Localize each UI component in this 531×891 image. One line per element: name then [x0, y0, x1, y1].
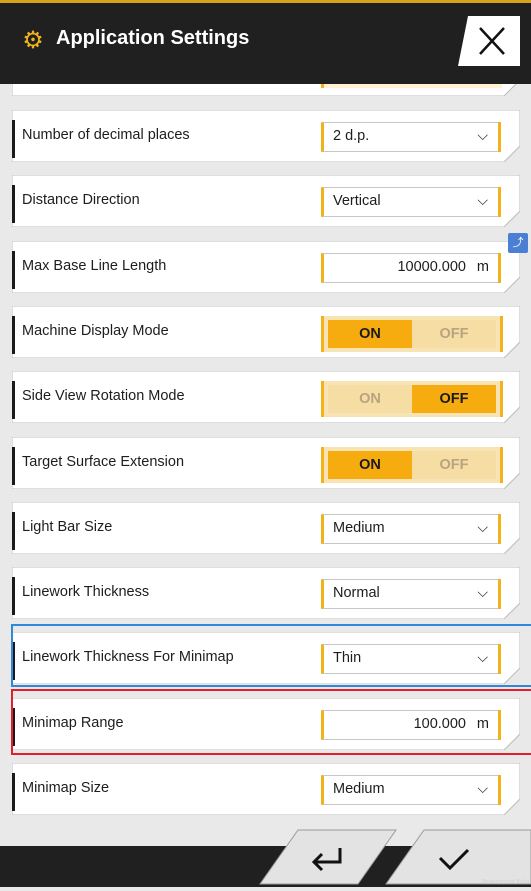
chevron-down-icon: ⌵ — [477, 780, 488, 796]
footer-bar: Development Build — [0, 829, 531, 887]
settings-list[interactable]: Number of decimal places 2 d.p. ⌵ Distan… — [0, 84, 531, 846]
page-title: Application Settings — [56, 27, 250, 49]
setting-row-light-bar-size: Light Bar Size Medium ⌵ — [12, 502, 520, 554]
setting-label: Light Bar Size — [22, 519, 113, 535]
setting-row-linework-thickness: Linework Thickness Normal ⌵ — [12, 567, 520, 619]
setting-label: Side View Rotation Mode — [22, 388, 185, 404]
linework-thickness-select[interactable]: Normal ⌵ — [321, 579, 501, 609]
toggle-off-option[interactable]: OFF — [412, 320, 496, 348]
close-button[interactable] — [456, 14, 522, 68]
toggle-off-option[interactable]: OFF — [412, 385, 496, 413]
distance-direction-select[interactable]: Vertical ⌵ — [321, 187, 501, 217]
chevron-down-icon: ⌵ — [477, 584, 488, 600]
confirm-button[interactable] — [384, 828, 531, 886]
max-base-line-length-input[interactable]: 10000.000 m — [321, 253, 501, 283]
chevron-down-icon: ⌵ — [477, 519, 488, 535]
setting-row-minimap-size: Minimap Size Medium ⌵ — [12, 763, 520, 815]
close-icon — [458, 16, 520, 66]
dev-build-label: Development Build — [481, 879, 529, 885]
unit-label: m — [476, 259, 489, 275]
check-icon — [385, 829, 531, 885]
setting-label: Minimap Size — [22, 780, 110, 796]
setting-label: Max Base Line Length — [22, 258, 167, 274]
machine-display-mode-toggle[interactable]: ON OFF — [321, 316, 503, 352]
target-surface-extension-toggle[interactable]: ON OFF — [321, 447, 503, 483]
toggle-on-option[interactable]: ON — [328, 451, 412, 479]
setting-label: Distance Direction — [22, 192, 140, 208]
setting-row-distance-direction: Distance Direction Vertical ⌵ — [12, 175, 520, 227]
highlight-box-red — [11, 689, 531, 755]
decimal-places-select[interactable]: 2 d.p. ⌵ — [321, 122, 501, 152]
return-icon — [259, 829, 397, 885]
setting-label: Machine Display Mode — [22, 323, 169, 339]
toggle-off-option[interactable]: OFF — [412, 451, 496, 479]
floating-tool-icon[interactable]: ⤴ — [508, 233, 528, 253]
header-accent-line — [0, 0, 531, 3]
gear-icon: ⚙ — [22, 27, 44, 54]
minimap-size-select[interactable]: Medium ⌵ — [321, 775, 501, 805]
toggle-on-option[interactable]: ON — [328, 320, 412, 348]
light-bar-size-select[interactable]: Medium ⌵ — [321, 514, 501, 544]
back-button[interactable] — [258, 828, 398, 886]
setting-label: Target Surface Extension — [22, 454, 185, 470]
setting-label: Number of decimal places — [22, 127, 190, 143]
chevron-down-icon: ⌵ — [477, 127, 488, 143]
title-bar: ⚙ Application Settings — [0, 0, 531, 84]
setting-row-machine-display-mode: Machine Display Mode ON OFF — [12, 306, 520, 358]
toggle-on-option[interactable]: ON — [328, 385, 412, 413]
side-view-rotation-mode-toggle[interactable]: ON OFF — [321, 381, 503, 417]
settings-row-partial — [12, 84, 520, 96]
highlight-box-blue — [11, 624, 531, 687]
chevron-down-icon: ⌵ — [477, 192, 488, 208]
setting-label: Linework Thickness — [22, 584, 150, 600]
setting-row-decimal-places: Number of decimal places 2 d.p. ⌵ — [12, 110, 520, 162]
setting-row-target-surface-extension: Target Surface Extension ON OFF — [12, 437, 520, 489]
setting-row-side-view-rotation-mode: Side View Rotation Mode ON OFF — [12, 371, 520, 423]
setting-row-max-base-line-length: Max Base Line Length 10000.000 m — [12, 241, 520, 293]
